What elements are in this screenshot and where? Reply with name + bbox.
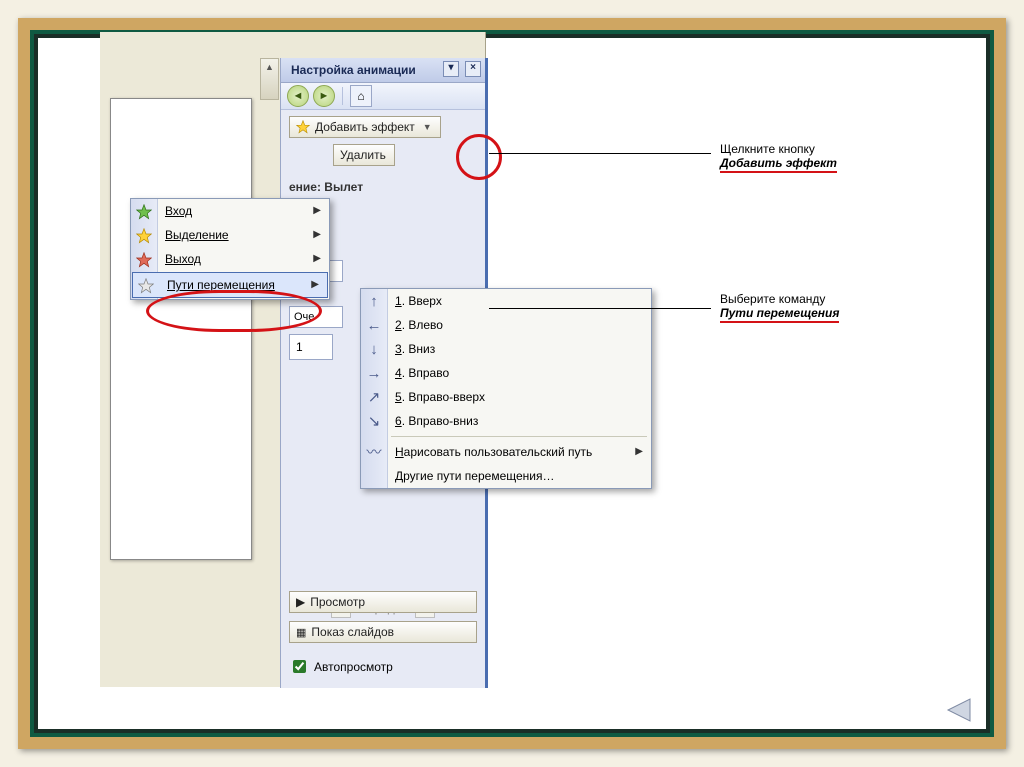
slideshow-label: Показ слайдов xyxy=(311,625,394,639)
menu-item-emphasis[interactable]: Выделение ▶ xyxy=(131,223,329,247)
hint-2-text: Выберите команду xyxy=(720,292,980,306)
hint-leader-line-1 xyxy=(489,153,711,154)
arrow-up-right-icon: ↗ xyxy=(366,390,382,406)
taskpane-menu-button[interactable]: ▾ xyxy=(443,61,459,77)
menu-label-emphasis: Выделение xyxy=(165,228,229,242)
home-icon: ⌂ xyxy=(357,89,364,103)
prev-slide-button[interactable] xyxy=(942,695,982,725)
entrance-star-icon xyxy=(136,204,152,220)
menu-label-entrance: Вход xyxy=(165,204,192,218)
slideshow-button[interactable]: ▦ Показ слайдов xyxy=(289,621,477,643)
hint-1: Щелкните кнопку Добавить эффект xyxy=(720,142,980,173)
arrow-left-icon: ← xyxy=(366,318,382,334)
speed-combo[interactable]: Оче xyxy=(289,306,343,328)
dropdown-icon: ▼ xyxy=(423,122,432,132)
menu-item-entrance[interactable]: Вход ▶ xyxy=(131,199,329,223)
nav-separator xyxy=(342,87,343,105)
hint-2-emph: Пути перемещения xyxy=(720,306,839,323)
delete-effect-button[interactable]: Удалить xyxy=(333,144,395,166)
nav-forward-button[interactable]: ► xyxy=(313,85,335,107)
board-surface: ▲ Настройка анимации ▾ × ◄ ► ⌂ xyxy=(34,34,990,733)
submenu-arrow-icon: ▶ xyxy=(313,205,321,216)
modify-effect-label: ение: Вылет xyxy=(281,176,485,196)
slideshow-icon: ▦ xyxy=(296,626,306,639)
delete-label: Удалить xyxy=(340,148,386,162)
add-effect-label: Добавить эффект xyxy=(315,120,415,134)
path-more[interactable]: Другие пути перемещения… Другие пути пер… xyxy=(361,464,651,488)
add-effect-button[interactable]: Добавить эффект ▼ xyxy=(289,116,441,138)
preview-label: Просмотр xyxy=(310,595,365,609)
effect-list-item[interactable]: 1 xyxy=(289,334,333,360)
menu-label-exit: Выход xyxy=(165,252,201,266)
speed-value: Оче xyxy=(294,311,314,323)
motionpath-star-icon xyxy=(138,278,154,294)
effect-item-number: 1 xyxy=(296,340,303,354)
hint-leader-line-2 xyxy=(489,308,711,309)
menu-separator xyxy=(391,436,647,437)
play-icon: ▶ xyxy=(296,595,305,609)
path-right[interactable]: → 4. Вправо xyxy=(361,361,651,385)
arrow-down-icon: ↓ xyxy=(366,342,382,358)
board-frame: ▲ Настройка анимации ▾ × ◄ ► ⌂ xyxy=(18,18,1006,749)
scroll-up-icon[interactable]: ▲ xyxy=(261,59,278,76)
exit-star-icon xyxy=(136,252,152,268)
autopreview-label: Автопросмотр xyxy=(314,660,393,674)
taskpane-title: Настройка анимации xyxy=(291,63,416,77)
menu-item-motionpaths[interactable]: Пути перемещения ▶ xyxy=(132,272,328,298)
submenu-arrow-icon: ▶ xyxy=(635,446,643,457)
arrow-up-icon: ↑ xyxy=(366,294,382,310)
path-up[interactable]: ↑ 1. Вверх xyxy=(361,289,651,313)
hint-1-emph: Добавить эффект xyxy=(720,156,837,173)
submenu-arrow-icon: ▶ xyxy=(311,279,319,290)
motion-paths-submenu: ↑ 1. Вверх ← 2. Влево ↓ 3. Вниз → 4. Впр… xyxy=(360,288,652,489)
menu-item-exit[interactable]: Выход ▶ xyxy=(131,247,329,271)
autopreview-checkbox[interactable] xyxy=(293,660,306,673)
nav-back-button[interactable]: ◄ xyxy=(287,85,309,107)
effects-menu: Вход ▶ Выделение ▶ Выход ▶ xyxy=(130,198,330,300)
nav-home-button[interactable]: ⌂ xyxy=(350,85,372,107)
taskpane-nav: ◄ ► ⌂ xyxy=(281,83,485,110)
menu-label-motionpaths: Пути перемещения xyxy=(167,278,275,292)
arrow-down-right-icon: ↘ xyxy=(366,414,382,430)
taskpane-title-bar: Настройка анимации ▾ × xyxy=(281,58,485,83)
path-up-right[interactable]: ↗ 5. Вправо-вверх xyxy=(361,385,651,409)
path-custom[interactable]: 〰 Нарисовать пользовательский путь Нарис… xyxy=(361,440,651,464)
submenu-arrow-icon: ▶ xyxy=(313,253,321,264)
submenu-arrow-icon: ▶ xyxy=(313,229,321,240)
slide-thumbnail[interactable] xyxy=(110,98,252,560)
taskpane-close-button[interactable]: × xyxy=(465,61,481,77)
hint-1-text: Щелкните кнопку xyxy=(720,142,980,156)
star-icon xyxy=(296,120,310,134)
preview-button[interactable]: ▶ Просмотр xyxy=(289,591,477,613)
path-down-right[interactable]: ↘ 6. Вправо-вниз xyxy=(361,409,651,433)
thumbnail-scroll[interactable]: ▲ xyxy=(260,58,279,100)
path-left[interactable]: ← 2. Влево xyxy=(361,313,651,337)
hint-2: Выберите команду Пути перемещения xyxy=(720,292,980,323)
arrow-right-icon: → xyxy=(366,366,382,382)
path-down[interactable]: ↓ 3. Вниз xyxy=(361,337,651,361)
autopreview-row[interactable]: Автопросмотр xyxy=(289,657,477,676)
emphasis-star-icon xyxy=(136,228,152,244)
scribble-icon: 〰 xyxy=(366,445,382,461)
